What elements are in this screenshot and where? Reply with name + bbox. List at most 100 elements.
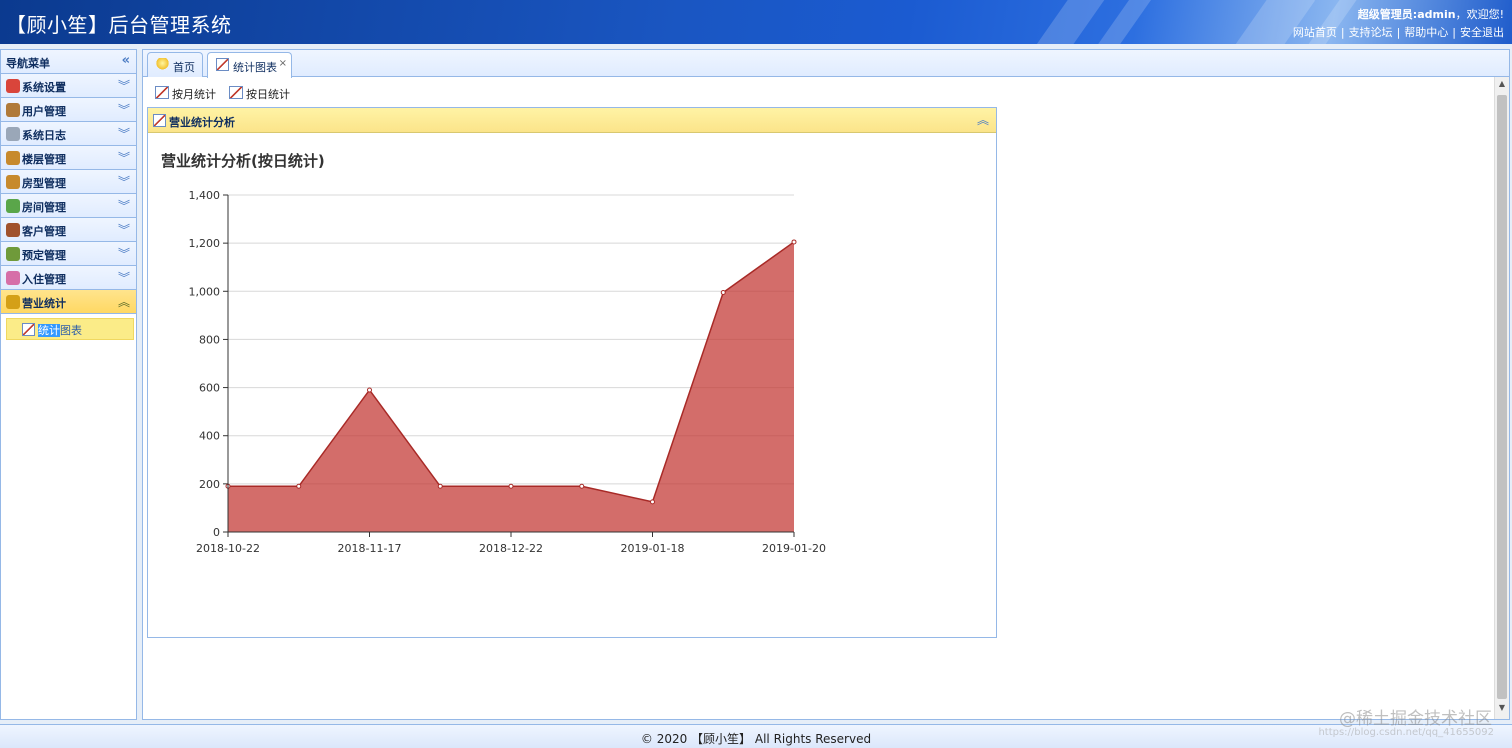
- data-point: [720, 289, 726, 295]
- app-header: 【顾小笙】后台管理系统 超级管理员:admin，欢迎您! 网站首页 | 支持论坛 | 帮…: [0, 0, 1512, 44]
- users-icon: [6, 223, 20, 237]
- sidebar-item-label: 营业统计: [22, 297, 66, 310]
- watermark: @稀土掘金技术社区: [1339, 709, 1492, 729]
- sidebar-item[interactable]: 营业统计 ︽: [1, 290, 136, 314]
- sidebar-item[interactable]: 入住管理 ︾: [1, 266, 136, 290]
- sidebar-item-label: 楼层管理: [22, 153, 66, 166]
- money-icon: [6, 295, 20, 309]
- x-tick-label: 2018-12-22: [479, 542, 543, 555]
- sidebar-item-label: 房间管理: [22, 201, 66, 214]
- tab-label: 统计图表: [233, 61, 277, 74]
- link-logout[interactable]: 安全退出: [1460, 26, 1504, 39]
- link-site-home[interactable]: 网站首页: [1293, 26, 1337, 39]
- x-tick-label: 2018-11-17: [338, 542, 402, 555]
- sidebar-item-label: 用户管理: [22, 105, 66, 118]
- sidebar-item-label: 房型管理: [22, 177, 66, 190]
- sidebar-item-label: 系统设置: [22, 81, 66, 94]
- chart-icon: [155, 86, 169, 99]
- tab-statistics-chart[interactable]: 统计图表 ×: [207, 52, 292, 78]
- house-icon: [6, 175, 20, 189]
- y-tick-label: 1,200: [189, 237, 221, 250]
- double-chevron-left-icon[interactable]: «: [122, 53, 130, 68]
- sidebar-menu: 系统设置 ︾ 用户管理 ︾ 系统日志 ︾ 楼层管理 ︾ 房型管理 ︾ 房间管理 ︾ 客户管理 ︾ 预定管理 ︾…: [1, 74, 136, 314]
- y-tick-label: 200: [199, 478, 220, 491]
- sidebar-item[interactable]: 客户管理 ︾: [1, 218, 136, 242]
- chevron-down-icon[interactable]: ︾: [118, 245, 130, 262]
- welcome-text: 超级管理员:admin，欢迎您!: [1358, 6, 1504, 22]
- data-point: [367, 387, 372, 393]
- link-support-forum[interactable]: 支持论坛: [1349, 26, 1393, 39]
- sidebar: 导航菜单 « 系统设置 ︾ 用户管理 ︾ 系统日志 ︾ 楼层管理 ︾ 房型管理 ︾ 房间管理 ︾ 客户管…: [0, 49, 137, 720]
- y-tick-label: 1,400: [189, 189, 221, 202]
- chevron-down-icon[interactable]: ︾: [118, 149, 130, 166]
- submenu: 统计图表: [1, 314, 136, 340]
- button-label: 按月统计: [172, 88, 216, 101]
- chevron-down-icon[interactable]: ︾: [118, 221, 130, 238]
- chevron-down-icon[interactable]: ︾: [118, 125, 130, 142]
- y-tick-label: 600: [199, 382, 220, 395]
- y-tick-label: 0: [213, 526, 220, 539]
- chart-icon: [216, 58, 229, 71]
- chart-icon: [22, 323, 35, 336]
- header-decoration: [1024, 0, 1106, 44]
- close-icon[interactable]: ×: [279, 58, 287, 69]
- document-icon: [6, 127, 20, 141]
- tab-label: 首页: [173, 61, 195, 74]
- scroll-up-icon[interactable]: ▲: [1495, 79, 1509, 93]
- tab-home[interactable]: 首页: [147, 52, 203, 77]
- welcome-prefix: 超级管理员:: [1357, 8, 1418, 21]
- footer: © 2020 【顾小笙】 All Rights Reserved: [0, 724, 1512, 748]
- watermark-url: https://blog.csdn.net/qq_41655092: [1318, 727, 1494, 738]
- copyright-text: © 2020 【顾小笙】 All Rights Reserved: [640, 732, 872, 746]
- data-point: [579, 483, 585, 489]
- scroll-down-icon[interactable]: ▼: [1495, 703, 1509, 717]
- clock-icon: [6, 247, 20, 261]
- panel-header: 营业统计分析 ︽: [148, 108, 996, 133]
- chart-icon: [229, 86, 243, 99]
- sidebar-item-label: 预定管理: [22, 249, 66, 262]
- data-point: [508, 483, 514, 489]
- user-icon: [6, 103, 20, 117]
- chevron-up-icon[interactable]: ︽: [118, 293, 130, 310]
- double-chevron-up-icon[interactable]: ︽: [977, 111, 989, 128]
- data-point: [791, 239, 797, 245]
- sidebar-item-label: 入住管理: [22, 273, 66, 286]
- area-chart: 0 200 400 600 800 1,000 1,200 1,400 2018-10-22 20…: [189, 189, 826, 555]
- subitem-label-rest: 图表: [60, 324, 82, 337]
- sidebar-item[interactable]: 系统设置 ︾: [1, 74, 136, 98]
- link-help-center[interactable]: 帮助中心: [1404, 26, 1448, 39]
- sidebar-subitem-chart[interactable]: 统计图表: [6, 318, 134, 340]
- vertical-scrollbar[interactable]: ▲ ▼: [1494, 77, 1509, 719]
- link-separator: |: [1396, 26, 1401, 39]
- button-label: 按日统计: [246, 88, 290, 101]
- chevron-down-icon[interactable]: ︾: [118, 269, 130, 286]
- sidebar-item[interactable]: 用户管理 ︾: [1, 98, 136, 122]
- data-point: [650, 499, 655, 505]
- chat-icon: [6, 271, 20, 285]
- house-icon: [6, 199, 20, 213]
- x-tick-label: 2018-10-22: [196, 542, 260, 555]
- welcome-suffix: ，欢迎您!: [1455, 8, 1504, 21]
- data-point: [437, 483, 443, 489]
- data-point: [296, 483, 302, 489]
- chevron-down-icon[interactable]: ︾: [118, 77, 130, 94]
- y-tick-label: 800: [199, 333, 220, 346]
- chevron-down-icon[interactable]: ︾: [118, 173, 130, 190]
- tabs-bar: 首页 统计图表 ×: [143, 50, 1509, 78]
- chart-icon: [153, 114, 166, 127]
- sidebar-item[interactable]: 楼层管理 ︾: [1, 146, 136, 170]
- chevron-down-icon[interactable]: ︾: [118, 101, 130, 118]
- tools-icon: [6, 79, 20, 93]
- subitem-label: 统计图表: [38, 322, 82, 338]
- sidebar-item[interactable]: 房型管理 ︾: [1, 170, 136, 194]
- lightbulb-icon: [156, 58, 169, 71]
- y-tick-label: 400: [199, 430, 220, 443]
- top-links: 网站首页 | 支持论坛 | 帮助中心 | 安全退出: [1293, 24, 1504, 40]
- scrollbar-thumb[interactable]: [1497, 95, 1507, 699]
- sidebar-item[interactable]: 预定管理 ︾: [1, 242, 136, 266]
- sidebar-item[interactable]: 房间管理 ︾: [1, 194, 136, 218]
- sidebar-item[interactable]: 系统日志 ︾: [1, 122, 136, 146]
- sidebar-item-label: 客户管理: [22, 225, 66, 238]
- sidebar-title: 导航菜单: [6, 57, 50, 70]
- chevron-down-icon[interactable]: ︾: [118, 197, 130, 214]
